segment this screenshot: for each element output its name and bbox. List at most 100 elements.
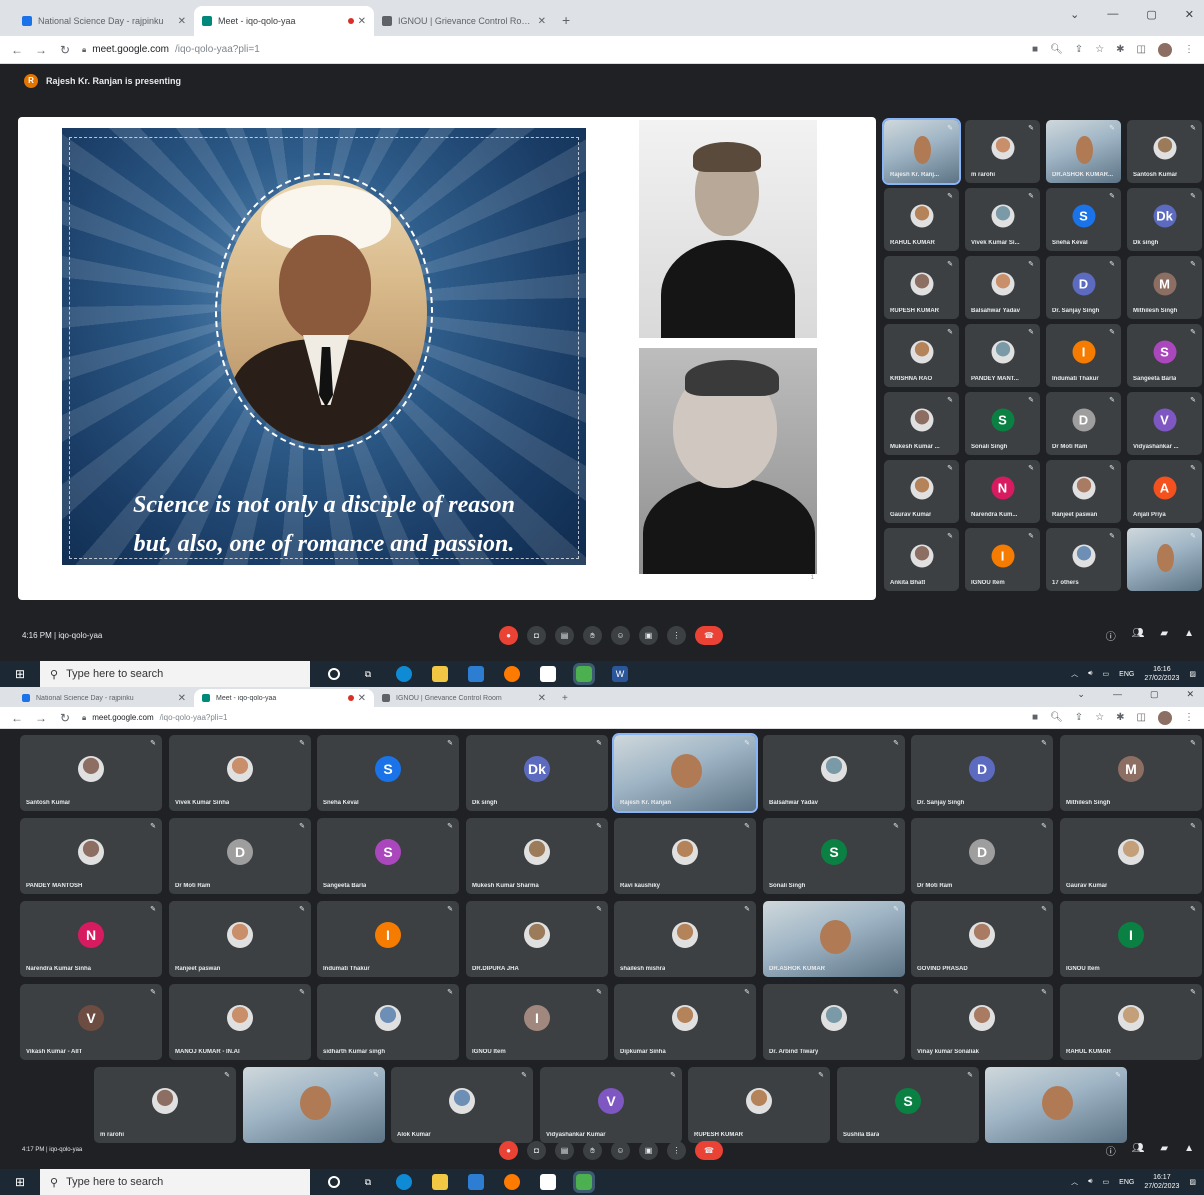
participant-tile[interactable]: ✎ Dipkumar Sinha [614,984,756,1060]
participant-tile[interactable]: S ✎ Sonali Singh [763,818,905,894]
participant-tile[interactable]: A ✎ Anjali Priya [1127,460,1202,523]
back-icon[interactable]: ← [10,43,24,57]
network-icon[interactable]: ▭ [1103,670,1110,678]
participant-tile[interactable]: I ✎ IGNOU Item [965,528,1040,591]
clock[interactable]: 16:17 27/02/2023 [1144,1173,1179,1191]
participant-tile[interactable]: ✎ DR.ASHOK KUMAR [763,901,905,977]
tab-ignou[interactable]: IGNOU | Grievance Control Room ✕ [374,6,554,36]
participant-tile[interactable]: ✎ Mukesh Kumar Sharma [466,818,608,894]
participant-tile[interactable]: S ✎ Sonali Singh [965,392,1040,455]
notification-icon[interactable]: ▨ [1189,670,1196,678]
extensions-icon[interactable]: ✱ [1116,712,1124,723]
address-bar[interactable]: 🔒︎ meet.google.com/iqo-qolo-yaa?pli=1 [82,39,1022,61]
present-icon[interactable]: ▣ [639,625,658,645]
sidepanel-icon[interactable]: ◫ [1137,712,1146,723]
close-icon[interactable]: ✕ [358,693,366,704]
maximize-icon[interactable]: ▢ [1150,689,1159,700]
edge-icon[interactable] [396,666,412,682]
participant-tile[interactable]: ✎ PANDEY MANT... [965,324,1040,387]
chevron-down-icon[interactable]: ⌄ [1077,689,1085,700]
star-icon[interactable]: ☆ [1095,44,1104,55]
participant-tile[interactable]: ✎ Balsahwar Yadav [965,256,1040,319]
participant-tile[interactable]: ✎ [985,1067,1127,1143]
participant-tile[interactable]: ✎ Balsahwar Yadav [763,735,905,811]
camera-off-icon[interactable]: ◘ [527,625,546,645]
menu-icon[interactable]: ⋮ [1184,44,1194,55]
camera-off-icon[interactable]: ◘ [527,1140,546,1160]
participant-tile[interactable]: I ✎ Indumati Thakur [317,901,459,977]
notes-icon[interactable] [540,1174,556,1190]
participant-tile[interactable]: ✎ m rarohi [94,1067,236,1143]
participant-tile[interactable]: ✎ shailesh mishra [614,901,756,977]
forward-icon[interactable]: → [34,711,48,725]
star-icon[interactable]: ☆ [1095,712,1104,723]
participant-tile[interactable]: D ✎ Dr. Sanjay Singh [1046,256,1121,319]
store-icon[interactable] [468,666,484,682]
camera-icon[interactable]: ■ [1032,44,1038,55]
participant-tile[interactable]: ✎ KRISHNA RAO [884,324,959,387]
task-view-icon[interactable]: ⧉ [360,666,376,682]
participant-tile[interactable]: ✎ Santosh Kumar [1127,120,1202,183]
close-window-icon[interactable]: ✕ [1185,8,1194,21]
end-call-button[interactable]: ☎︎ [695,1140,723,1160]
close-icon[interactable]: ✕ [538,16,546,27]
participant-tile[interactable]: ✎ Rajesh Kr. Ranjan [612,733,758,813]
tab-national-science-day[interactable]: National Science Day - rajpinku ✕ [14,689,194,707]
tab-ignou[interactable]: IGNOU | Grievance Control Room ✕ [374,689,554,707]
participant-tile[interactable]: S ✎ Sushila Bara [837,1067,979,1143]
participant-tile[interactable]: D ✎ Dr. Sanjay Singh [911,735,1053,811]
tab-national-science-day[interactable]: National Science Day - rajpinku ✕ [14,6,194,36]
word-icon[interactable]: W [612,666,628,682]
new-tab-button[interactable]: + [554,12,578,36]
raise-hand-icon[interactable]: ✋︎ [583,625,602,645]
chevron-up-icon[interactable]: ︿ [1071,1177,1078,1187]
participant-tile[interactable]: S ✎ Sangeeta Barla [317,818,459,894]
participant-tile[interactable]: ✎ MANOJ KUMAR - IN.AI [169,984,311,1060]
forward-icon[interactable]: → [34,43,48,57]
reload-icon[interactable]: ↻ [58,711,72,725]
participant-tile[interactable]: ✎ Alok Kumar [391,1067,533,1143]
volume-icon[interactable]: 🔊︎ [1088,1178,1092,1186]
network-icon[interactable]: ▭ [1103,1178,1110,1186]
close-icon[interactable]: ✕ [178,693,186,704]
back-icon[interactable]: ← [10,711,24,725]
task-view-icon[interactable]: ⧉ [360,1174,376,1190]
minimize-icon[interactable]: — [1113,689,1122,700]
taskbar-search[interactable]: ⚲ Type here to search [40,661,310,687]
participant-tile[interactable]: ✎ Ranjeet paswan [169,901,311,977]
new-tab-button[interactable]: + [554,693,576,707]
more-options-icon[interactable]: ⋮ [667,1140,686,1160]
volume-icon[interactable]: 🔊︎ [1088,670,1092,678]
notification-icon[interactable]: ▨ [1189,1178,1196,1186]
language-indicator[interactable]: ENG [1119,671,1134,678]
participant-tile[interactable]: S ✎ Sneha Keval [317,735,459,811]
participant-tile[interactable]: ✎ Mukesh Kumar ... [884,392,959,455]
chevron-down-icon[interactable]: ⌄ [1070,8,1079,21]
participant-tile[interactable]: I ✎ IGNOU Item [1060,901,1202,977]
participant-tile[interactable]: ✎ Rajesh Kr. Ranj... [882,118,961,185]
participant-tile[interactable]: ✎ Gaurav Kumar [1060,818,1202,894]
activities-icon[interactable]: ▲ [1184,628,1194,643]
cortana-icon[interactable] [328,668,340,680]
lock-icon[interactable]: 🔒︎ [82,45,86,55]
zoom-icon[interactable]: 🔍︎ [1050,44,1063,55]
share-icon[interactable]: ⇪ [1075,44,1083,55]
participant-tile[interactable]: ✎ m rarohi [965,120,1040,183]
participant-tile[interactable]: Dk ✎ Dk singh [1127,188,1202,251]
tab-meet[interactable]: Meet - iqo-qolo-yaa ✕ [194,689,374,707]
participant-tile[interactable]: D ✎ Dr Moti Ram [1046,392,1121,455]
chat-icon[interactable]: ▰ [1160,628,1168,643]
end-call-button[interactable]: ☎︎ [695,625,723,645]
participant-tile[interactable]: ✎ [1127,528,1202,591]
participant-tile[interactable]: ✎ Dr. Arbind Tiwary [763,984,905,1060]
participant-tile[interactable]: ✎ Vivek Kumar Si... [965,188,1040,251]
participant-tile[interactable]: V ✎ Vidyashankar Kumar [540,1067,682,1143]
participant-tile[interactable]: D ✎ Dr Moti Ram [911,818,1053,894]
profile-avatar[interactable] [1158,710,1172,725]
captions-icon[interactable]: ▤ [555,625,574,645]
maximize-icon[interactable]: ▢ [1146,8,1156,21]
zoom-icon[interactable]: 🔍︎ [1050,712,1063,723]
taskbar-search[interactable]: ⚲ Type here to search [40,1169,310,1195]
participant-tile[interactable]: ✎ RUPESH KUMAR [884,256,959,319]
menu-icon[interactable]: ⋮ [1184,712,1194,723]
